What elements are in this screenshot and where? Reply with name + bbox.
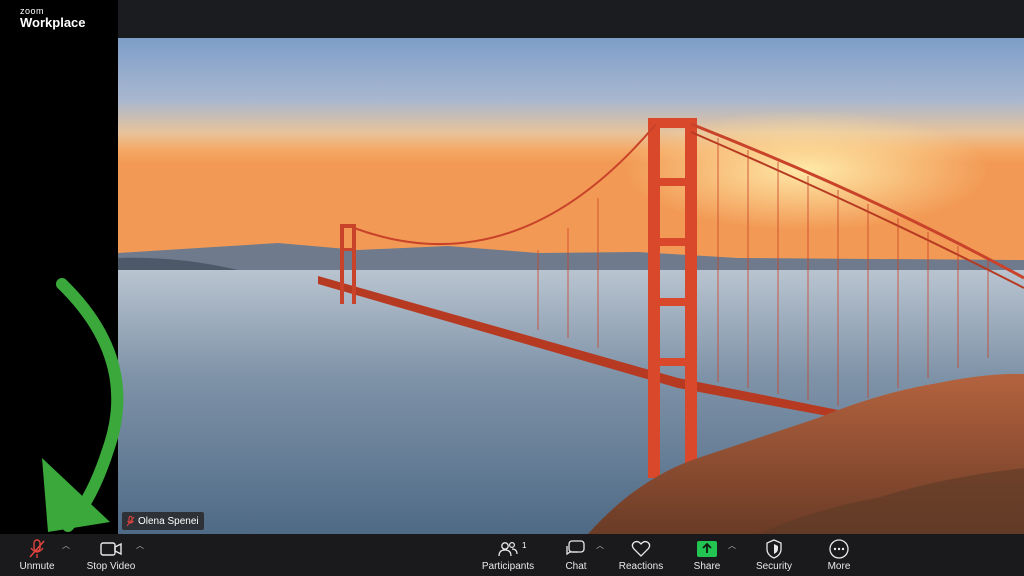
video-feed [118,38,1024,534]
top-bar [118,0,1024,38]
share-label: Share [693,561,721,572]
reactions-button[interactable]: Reactions [618,536,664,576]
share-options-caret-icon[interactable]: ︿ [728,540,736,551]
left-panel [0,0,118,534]
more-button[interactable]: More [822,536,856,576]
participant-name-tag: Olena Spenei [122,512,204,530]
video-options-caret-icon[interactable]: ︿ [136,540,144,551]
meeting-toolbar: Unmute ︿ Stop Video ︿ 1 Participants Cha… [0,534,1024,576]
security-label: Security [755,561,793,572]
logo-big-text: Workplace [20,15,86,30]
security-button[interactable]: Security [752,536,796,576]
unmute-label: Unmute [19,561,55,572]
audio-options-caret-icon[interactable]: ︿ [62,540,70,551]
participants-icon: 1 [498,538,526,560]
app-logo: zoom Workplace [20,6,86,30]
unmute-button[interactable]: Unmute [14,536,60,576]
heart-icon [631,538,651,560]
stop-video-label: Stop Video [86,561,136,572]
stop-video-button[interactable]: Stop Video [84,536,138,576]
share-button[interactable]: Share [690,536,724,576]
shield-icon [765,538,783,560]
reactions-label: Reactions [618,561,664,572]
participant-name: Olena Spenei [138,515,199,527]
chat-button[interactable]: Chat [560,536,592,576]
participants-count: 1 [522,541,527,550]
chat-icon [566,538,586,560]
share-screen-icon [697,538,717,560]
mic-muted-icon [126,515,135,527]
more-label: More [827,561,851,572]
more-icon [829,538,849,560]
participants-label: Participants [481,561,535,572]
video-camera-icon [100,538,122,560]
chat-options-caret-icon[interactable]: ︿ [596,540,604,551]
virtual-background-image [118,38,1024,534]
mic-off-icon [29,538,45,560]
participants-button[interactable]: 1 Participants [482,536,534,576]
chat-label: Chat [565,561,587,572]
